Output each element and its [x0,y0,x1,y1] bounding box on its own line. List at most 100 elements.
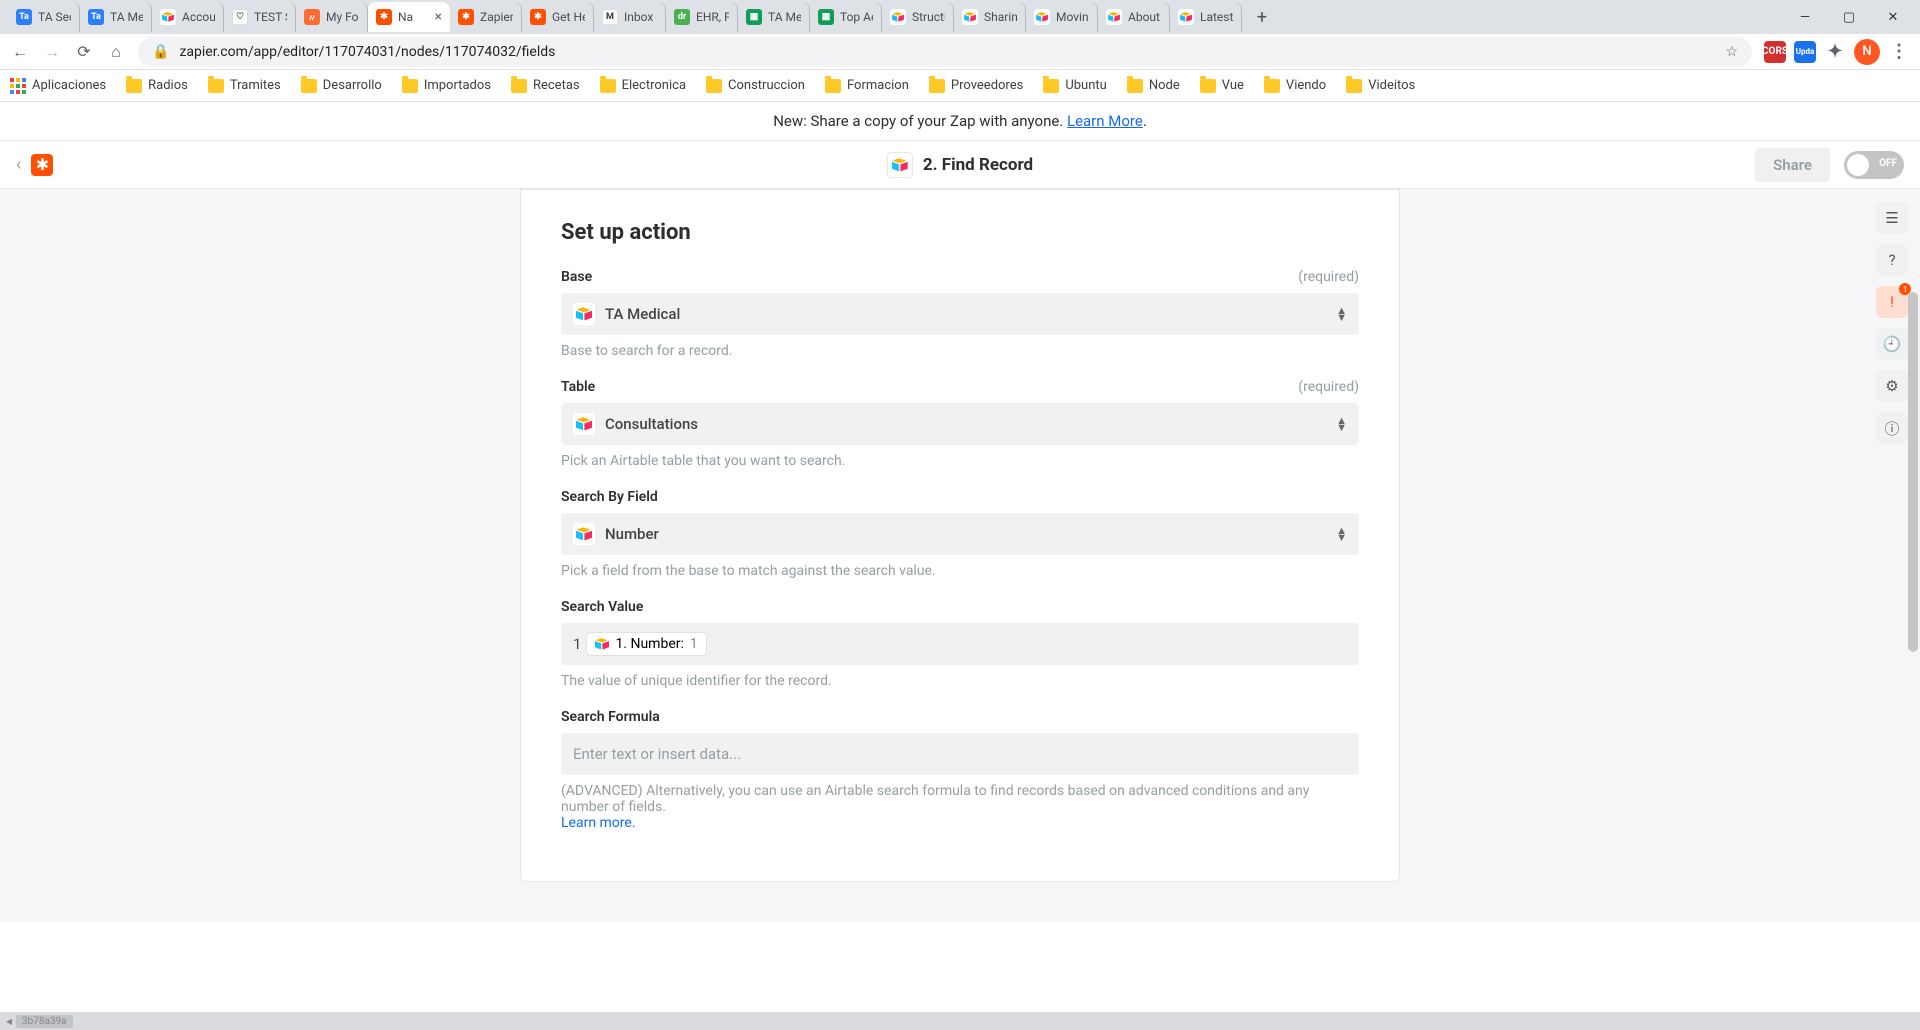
airtable-icon [595,638,609,650]
apps-button[interactable]: Aplicaciones [10,78,106,94]
browser-tab[interactable]: About [1098,2,1170,32]
browser-tab[interactable]: ♡TEST S [224,2,296,32]
home-button[interactable]: ⌂ [106,42,126,62]
app-content: New: Share a copy of your Zap with anyon… [0,102,1920,1030]
browser-tab[interactable]: MInbox [594,2,666,32]
search-by-select[interactable]: Number ▲▼ [561,513,1359,555]
lock-icon: 🔒 [152,44,169,60]
forward-button[interactable]: → [42,42,62,62]
url-text: zapier.com/app/editor/117074031/nodes/11… [179,44,555,60]
bookmark-folder[interactable]: Ubuntu [1043,78,1107,93]
search-value-input[interactable]: 1 1. Number: 1 [561,623,1359,665]
browser-tab[interactable]: ✱Na× [368,2,450,32]
browser-tab[interactable]: ✱Zapier [450,2,522,32]
tab-strip: TaTA SecTaTA MeAccou♡TEST S〃My Fo✱Na×✱Za… [0,0,1920,34]
browser-tab[interactable]: ▦TA Me [738,2,810,32]
airtable-icon [573,303,595,325]
bookmark-folder[interactable]: Tramites [208,78,281,93]
browser-tab[interactable]: TaTA Me [80,2,152,32]
search-formula-input[interactable]: Enter text or insert data... [561,733,1359,775]
scrollbar-thumb[interactable] [1908,292,1918,652]
search-formula-learn-more-link[interactable]: Learn more. [561,815,636,831]
search-value-prefix: 1 [573,635,581,653]
base-help: Base to search for a record. [561,343,1359,359]
browser-tab[interactable]: ✱Get He [522,2,594,32]
extension-update-icon[interactable]: Upda [1794,41,1816,63]
bookmark-folder[interactable]: Desarrollo [301,78,382,93]
action-panel: Set up action Base (required) TA Medical… [520,189,1400,882]
folder-icon [1264,79,1280,93]
bookmark-label: Tramites [230,78,281,93]
table-label: Table [561,379,595,395]
tab-favicon: ✱ [530,9,546,25]
search-value-label: Search Value [561,599,643,615]
editor-canvas: Set up action Base (required) TA Medical… [0,189,1920,922]
url-bar[interactable]: 🔒 zapier.com/app/editor/117074031/nodes/… [138,37,1752,67]
bookmark-folder[interactable]: Importados [402,78,491,93]
rail-settings-icon[interactable]: ⚙ [1876,370,1908,402]
bookmark-folder[interactable]: Vue [1200,78,1244,93]
field-search-value: Search Value 1 1. Number: 1 The value of… [561,599,1359,689]
browser-tab[interactable]: 〃My Fo [296,2,368,32]
profile-avatar[interactable]: N [1854,39,1880,65]
tab-close-icon[interactable]: × [435,9,442,25]
back-button[interactable]: ← [10,42,30,62]
right-rail: ☰ ? !1 🕘 ⚙ ⓘ [1876,202,1908,444]
browser-tab[interactable]: Sharin [954,2,1026,32]
tab-title: TA Me [768,10,801,24]
table-value: Consultations [605,415,698,433]
bookmark-folder[interactable]: Formacion [825,78,909,93]
browser-menu-icon[interactable]: ⋮ [1888,41,1910,63]
reload-button[interactable]: ⟳ [74,42,94,62]
folder-icon [208,79,224,93]
bookmark-folder[interactable]: Radios [126,78,188,93]
search-by-help: Pick a field from the base to match agai… [561,563,1359,579]
rail-info-icon[interactable]: ⓘ [1876,412,1908,444]
browser-tab[interactable]: ▦Top Ae [810,2,882,32]
browser-tab[interactable]: TaTA Sec [8,2,80,32]
share-button[interactable]: Share [1755,148,1830,182]
folder-icon [301,79,317,93]
bookmark-folder[interactable]: Videitos [1346,78,1415,93]
step-title: 2. Find Record [923,155,1033,175]
rail-alert-icon[interactable]: !1 [1876,286,1908,318]
search-value-pill[interactable]: 1. Number: 1 [587,633,705,655]
bookmark-star-icon[interactable]: ☆ [1725,44,1738,60]
table-select[interactable]: Consultations ▲▼ [561,403,1359,445]
bookmark-label: Desarrollo [323,78,382,93]
browser-tab[interactable]: Structu [882,2,954,32]
back-chevron-icon[interactable]: ‹ [16,154,21,175]
bookmark-folder[interactable]: Construccion [706,78,805,93]
pill-step-label: 1. Number: [615,636,683,652]
browser-toolbar: ← → ⟳ ⌂ 🔒 zapier.com/app/editor/11707403… [0,34,1920,70]
rail-help-icon[interactable]: ? [1876,244,1908,276]
enable-zap-toggle[interactable]: OFF [1844,151,1904,179]
new-tab-button[interactable]: + [1248,3,1276,31]
panel-title: Set up action [561,220,1359,245]
base-select[interactable]: TA Medical ▲▼ [561,293,1359,335]
browser-tab[interactable]: Latest [1170,2,1242,32]
browser-tab[interactable]: Accou [152,2,224,32]
close-window-button[interactable]: ✕ [1880,4,1906,30]
folder-icon [511,79,527,93]
tab-title: About [1128,10,1160,24]
extension-cors-icon[interactable]: CORS [1764,41,1786,63]
bookmark-folder[interactable]: Viendo [1264,78,1326,93]
zapier-logo-icon[interactable]: ✱ [31,154,53,176]
bookmark-folder[interactable]: Proveedores [929,78,1023,93]
bookmark-folder[interactable]: Electronica [600,78,686,93]
status-arrow-icon: ◂ [6,1014,12,1028]
tab-favicon: Ta [16,9,32,25]
bookmark-folder[interactable]: Node [1127,78,1180,93]
browser-tab[interactable]: Movin [1026,2,1098,32]
browser-tab[interactable]: drEHR, P [666,2,738,32]
extensions-puzzle-icon[interactable]: ✦ [1824,41,1846,63]
bookmark-label: Formacion [847,78,909,93]
notice-learn-more-link[interactable]: Learn More [1067,112,1143,130]
minimize-button[interactable]: — [1792,4,1818,30]
tab-title: TA Me [110,10,143,24]
maximize-button[interactable]: ▢ [1836,4,1862,30]
rail-menu-icon[interactable]: ☰ [1876,202,1908,234]
bookmark-folder[interactable]: Recetas [511,78,580,93]
rail-history-icon[interactable]: 🕘 [1876,328,1908,360]
